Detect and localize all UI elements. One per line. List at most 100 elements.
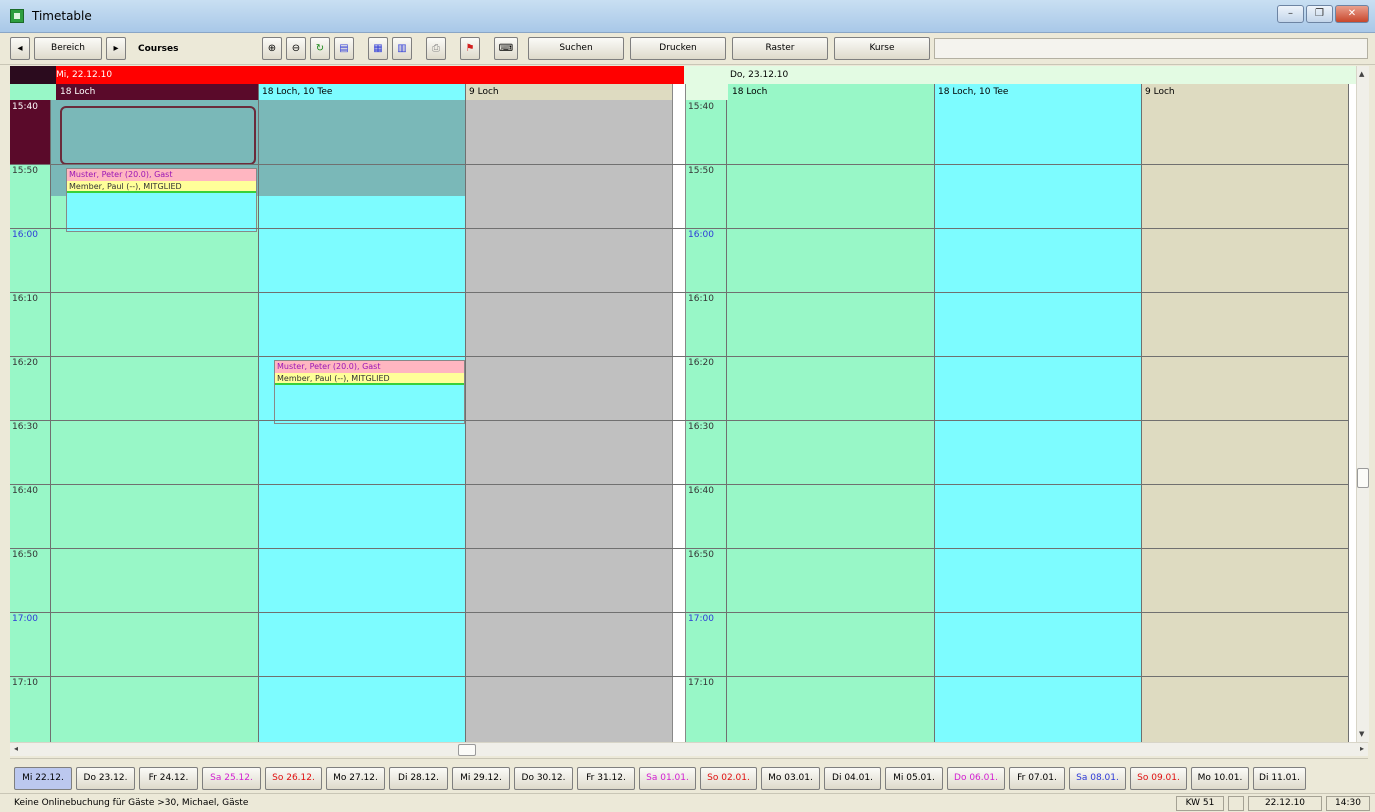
time-slot: 16:00 — [688, 230, 714, 240]
day2-col1[interactable] — [726, 100, 934, 742]
day2-col2[interactable] — [934, 100, 1141, 742]
horizontal-scrollbar[interactable]: ◂ ▸ — [10, 742, 1368, 756]
booking-card-1[interactable]: Muster, Peter (20.0), Gast Member, Paul … — [66, 168, 257, 232]
minimize-button[interactable]: – — [1277, 5, 1304, 23]
row-line — [10, 356, 1348, 357]
player-guest: Muster, Peter (20.0), Gast — [275, 361, 464, 373]
close-button[interactable]: ✕ — [1335, 5, 1369, 23]
timetable-grid: Mi, 22.12.10 18 Loch 18 Loch, 10 Tee 9 L… — [10, 66, 1368, 742]
suchen-button[interactable]: Suchen — [528, 37, 624, 60]
horizontal-scroll-thumb[interactable] — [458, 744, 476, 756]
time-slot: 17:10 — [12, 678, 38, 688]
drucken-button[interactable]: Drucken — [630, 37, 726, 60]
time-slot: 17:00 — [688, 614, 714, 624]
player-member: Member, Paul (--), MITGLIED — [67, 181, 256, 193]
print-icon[interactable]: ⎙ — [426, 37, 446, 60]
restore-button[interactable]: ❐ — [1306, 5, 1333, 23]
time-slot: 15:50 — [688, 166, 714, 176]
day2-col3-header[interactable]: 9 Loch — [1141, 84, 1348, 100]
date-tab[interactable]: Do 30.12. — [514, 767, 573, 790]
time-slot: 16:10 — [688, 294, 714, 304]
date-tab[interactable]: Do 06.01. — [947, 767, 1005, 790]
day1-col1-header[interactable]: 18 Loch — [56, 84, 258, 100]
date-tab[interactable]: Mi 05.01. — [885, 767, 943, 790]
booking-card-2[interactable]: Muster, Peter (20.0), Gast Member, Paul … — [274, 360, 465, 424]
day1-col2-header[interactable]: 18 Loch, 10 Tee — [258, 84, 465, 100]
row-line — [10, 292, 1348, 293]
date-tab[interactable]: Do 23.12. — [76, 767, 135, 790]
date-tab[interactable]: Fr 24.12. — [139, 767, 198, 790]
row-line — [10, 420, 1348, 421]
date-tab[interactable]: Di 28.12. — [389, 767, 448, 790]
day2-col2-header[interactable]: 18 Loch, 10 Tee — [934, 84, 1141, 100]
date-tab[interactable]: Mo 03.01. — [761, 767, 820, 790]
date-tab[interactable]: Di 04.01. — [824, 767, 881, 790]
row-line — [10, 228, 1348, 229]
zoom-out-icon[interactable]: ⊖ — [286, 37, 306, 60]
status-spacer — [1228, 796, 1244, 811]
vertical-scroll-thumb[interactable] — [1357, 468, 1369, 488]
time-header-1 — [10, 84, 56, 100]
refresh-icon[interactable]: ↻ — [310, 37, 330, 60]
row-line — [10, 676, 1348, 677]
scroll-down-icon[interactable]: ▼ — [1359, 730, 1364, 738]
window-controls: – ❐ ✕ — [1277, 5, 1369, 23]
day2-col1-header[interactable]: 18 Loch — [728, 84, 934, 100]
status-bar: Keine Onlinebuchung für Gäste >30, Micha… — [0, 793, 1375, 812]
day-header-2: Do, 23.12.10 — [684, 66, 1368, 84]
kurse-button[interactable]: Kurse — [834, 37, 930, 60]
date-tab[interactable]: Mi 29.12. — [452, 767, 510, 790]
scroll-up-icon[interactable]: ▲ — [1359, 70, 1364, 78]
day2-col3[interactable] — [1141, 100, 1348, 742]
date-tab[interactable]: So 02.01. — [700, 767, 757, 790]
col-line — [726, 100, 727, 742]
date-tab[interactable]: Mo 10.01. — [1191, 767, 1249, 790]
time-header-2 — [684, 84, 728, 100]
day1-col3-header[interactable]: 9 Loch — [465, 84, 672, 100]
time-column-2: 15:40 15:50 16:00 16:10 16:20 16:30 16:4… — [686, 100, 726, 742]
date-tab-bar: Mi 22.12. Do 23.12. Fr 24.12. Sa 25.12. So 2… — [10, 758, 1368, 791]
zoom-in-icon[interactable]: ⊕ — [262, 37, 282, 60]
col-line — [50, 100, 51, 742]
row-line — [10, 484, 1348, 485]
status-time: 14:30 — [1326, 796, 1370, 811]
col-line — [1348, 84, 1349, 742]
date-tab[interactable]: Di 11.01. — [1253, 767, 1306, 790]
time-slot: 16:40 — [12, 486, 38, 496]
time-slot: 15:40 — [12, 102, 38, 112]
time-slot: 16:50 — [688, 550, 714, 560]
calendar-icon[interactable]: ▦ — [368, 37, 388, 60]
date-tab[interactable]: Mo 27.12. — [326, 767, 385, 790]
time-slot: 16:30 — [12, 422, 38, 432]
row-line — [10, 164, 1348, 165]
grid-view-icon[interactable]: ▥ — [392, 37, 412, 60]
next-area-button[interactable]: ▸ — [106, 37, 126, 60]
title-bar: Timetable – ❐ ✕ — [0, 0, 1375, 33]
selected-booking-frame[interactable] — [60, 106, 256, 165]
prev-area-button[interactable]: ◂ — [10, 37, 30, 60]
bereich-button[interactable]: Bereich — [34, 37, 102, 60]
raster-button[interactable]: Raster — [732, 37, 828, 60]
time-slot: 16:40 — [688, 486, 714, 496]
date-tab[interactable]: Fr 31.12. — [577, 767, 635, 790]
col-line — [258, 84, 259, 742]
date-tab[interactable]: Mi 22.12. — [14, 767, 72, 790]
date-tab[interactable]: Sa 08.01. — [1069, 767, 1126, 790]
scroll-right-icon[interactable]: ▸ — [1360, 744, 1364, 753]
time-slot: 16:00 — [12, 230, 38, 240]
status-message: Keine Onlinebuchung für Gäste >30, Micha… — [14, 798, 249, 808]
date-tab[interactable]: Sa 25.12. — [202, 767, 261, 790]
list-view-icon[interactable]: ▤ — [334, 37, 354, 60]
courses-label: Courses — [138, 44, 179, 54]
date-tab[interactable]: Fr 07.01. — [1009, 767, 1065, 790]
day1-col3[interactable] — [465, 100, 672, 742]
vertical-scrollbar[interactable]: ▲ ▼ — [1356, 66, 1369, 742]
keyboard-icon[interactable]: ⌨ — [494, 37, 518, 60]
player-guest: Muster, Peter (20.0), Gast — [67, 169, 256, 181]
date-tab[interactable]: Sa 01.01. — [639, 767, 696, 790]
flag-icon[interactable]: ⚑ — [460, 37, 480, 60]
date-tab[interactable]: So 26.12. — [265, 767, 322, 790]
scroll-left-icon[interactable]: ◂ — [14, 744, 18, 753]
player-member: Member, Paul (--), MITGLIED — [275, 373, 464, 385]
date-tab[interactable]: So 09.01. — [1130, 767, 1187, 790]
